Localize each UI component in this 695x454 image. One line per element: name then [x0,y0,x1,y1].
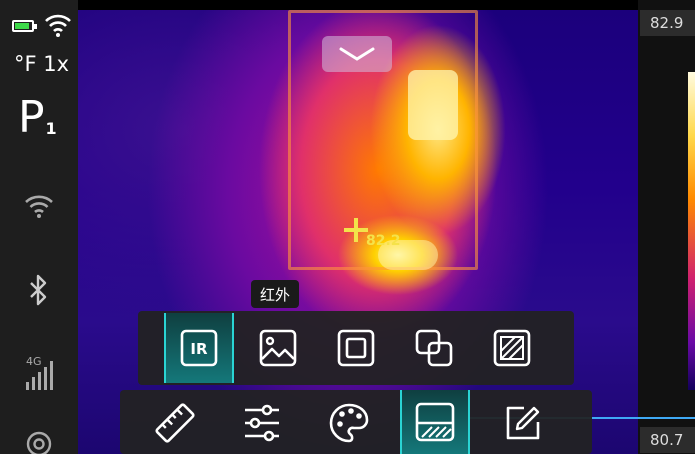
measure-tool-button[interactable] [140,392,210,454]
blend-mode-icon [493,329,531,367]
ir-label: IR [190,340,208,358]
wifi-status-icon [45,14,71,37]
chevron-down-icon [339,47,375,61]
frame-mode-button[interactable] [321,313,391,383]
imaging-mode-bar: IR [138,311,574,385]
bluetooth-button[interactable] [0,274,78,306]
cellular-signal-icon: 4G [26,355,53,390]
fusion-mode-icon [415,329,453,367]
palette-icon [329,403,369,443]
adjust-settings-button[interactable] [227,392,297,454]
cellular-status: 4G [0,352,78,392]
temperature-unit: °F [14,52,37,76]
scale-min-temp: 80.7 [640,427,695,453]
profile-indicator[interactable]: P1 [18,96,57,149]
level-span-icon [415,402,455,442]
wifi-icon [25,195,53,218]
bottom-toolbar [120,390,592,454]
ir-mode-button[interactable]: IR [164,313,234,383]
ir-mode-icon: IR [180,329,218,367]
blend-mode-button[interactable] [477,313,547,383]
bluetooth-icon [30,274,47,306]
color-scale-bar [688,72,695,390]
frame-mode-icon [337,329,375,367]
hot-region [408,70,458,140]
wifi-button[interactable] [0,193,78,219]
profile-letter: P [18,92,45,143]
collapse-panel-button[interactable] [322,36,392,72]
signal-label: 4G [26,355,42,368]
fusion-mode-button[interactable] [399,313,469,383]
battery-icon [12,20,37,32]
zoom-level: 1x [43,52,70,76]
temperature-scale [638,0,695,454]
visible-image-icon [259,329,297,367]
scale-max-temp: 82.9 [640,10,695,36]
annotate-button[interactable] [488,392,558,454]
target-button[interactable] [0,430,78,454]
level-span-button[interactable] [400,390,470,454]
status-sidebar: °F 1x P1 4G [0,0,78,454]
adjust-sliders-icon [245,404,279,442]
unit-zoom-readout: °F 1x [14,52,69,76]
palette-button[interactable] [314,392,384,454]
measure-tool-icon [155,403,195,443]
center-spot-crosshair [344,218,368,242]
visible-image-button[interactable] [243,313,313,383]
mode-tooltip: 红外 [251,280,299,308]
center-spot-temperature: 82.2 [366,233,401,249]
screen: { "status": { "temp_unit": "°F", "zoom":… [0,0,695,454]
target-icon [26,431,52,454]
annotate-icon [506,406,540,440]
profile-index: 1 [45,119,57,138]
